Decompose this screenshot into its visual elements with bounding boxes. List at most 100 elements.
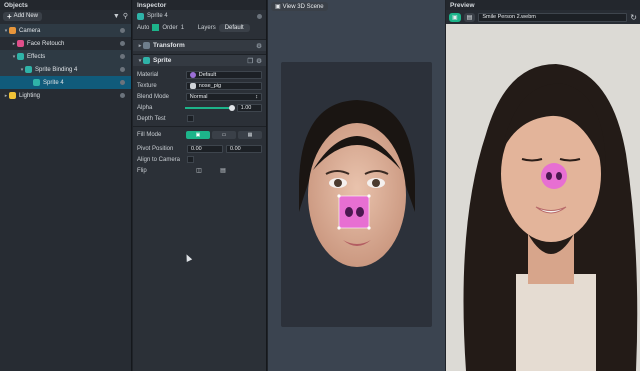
- flip-vertical-icon[interactable]: ▤: [211, 167, 235, 174]
- pivot-row: Pivot Position 0.00 0.00: [133, 143, 266, 154]
- cube-icon: ▣: [275, 4, 281, 10]
- objects-title: Objects: [0, 0, 131, 10]
- objects-panel: Objects + Add New ▼ ⚲ ▾ Camera ▸ Face Retou…: [0, 0, 132, 371]
- visibility-dot-icon[interactable]: [120, 54, 125, 59]
- tree-item[interactable]: ▾ Effects: [0, 50, 131, 63]
- camera-icon[interactable]: ▣: [449, 12, 461, 22]
- plus-icon: +: [7, 11, 12, 21]
- fill-row: Fill Mode ▣ ▭ ▦: [133, 129, 266, 140]
- depth-row: Depth Test: [133, 113, 266, 124]
- inspector-title: Inspector: [133, 0, 266, 10]
- add-new-label: Add New: [13, 13, 39, 19]
- flip-label: Flip: [137, 167, 147, 174]
- updown-icon: ↕: [255, 93, 258, 100]
- auto-label: Auto: [137, 24, 150, 31]
- align-checkbox[interactable]: [187, 156, 194, 163]
- sprite-section[interactable]: ▾ Sprite ❐ ⚙: [133, 54, 266, 66]
- visibility-dot-icon[interactable]: [120, 28, 125, 33]
- blend-label: Blend Mode: [137, 93, 170, 100]
- object-icon: [9, 27, 16, 34]
- search-icon[interactable]: ⚲: [123, 12, 128, 20]
- object-icon: [9, 92, 16, 99]
- refresh-icon[interactable]: ↻: [630, 13, 637, 22]
- view-3d-scene-label: View 3D Scene: [282, 3, 324, 10]
- divider: [133, 126, 266, 127]
- copy-icon[interactable]: ❐: [247, 57, 253, 65]
- texture-field[interactable]: nose_pig: [185, 81, 262, 90]
- gear-icon[interactable]: ⚙: [256, 42, 262, 50]
- transform-label: Transform: [153, 42, 185, 49]
- order-label: Order: [162, 24, 178, 31]
- object-icon: [25, 66, 32, 73]
- fill-fit-button[interactable]: ▭: [212, 130, 236, 139]
- view-3d-scene-button[interactable]: ▣ View 3D Scene: [271, 2, 328, 11]
- fill-fill-button[interactable]: ▦: [238, 130, 262, 139]
- layers-label: Layers: [197, 24, 216, 31]
- alpha-slider-handle[interactable]: [228, 104, 235, 111]
- object-name[interactable]: Sprite 4: [147, 13, 257, 19]
- tree-item-label: Face Retouch: [27, 40, 65, 47]
- visibility-dot-icon[interactable]: [120, 41, 125, 46]
- scene-face-image: [299, 100, 415, 267]
- pivot-y-field[interactable]: 0.00: [226, 144, 262, 153]
- tree-item[interactable]: ▸ Lighting: [0, 89, 131, 102]
- fill-stretch-button[interactable]: ▣: [186, 130, 210, 139]
- filter-icon[interactable]: ▼: [113, 13, 120, 20]
- add-new-button[interactable]: + Add New: [3, 11, 43, 21]
- sprite-component-icon: [143, 57, 150, 64]
- order-row: Auto Order 1 Layers Default: [133, 22, 266, 33]
- sprite-icon: [137, 12, 144, 20]
- flip-row: Flip ◫ ▤: [133, 165, 266, 176]
- texture-label: Texture: [137, 82, 157, 89]
- preview-video[interactable]: [446, 24, 640, 371]
- depth-label: Depth Test: [137, 115, 166, 122]
- scene-face-canvas[interactable]: [281, 62, 432, 327]
- preview-file-select[interactable]: Smile Person 2.webm: [478, 12, 628, 22]
- blend-value: Normal: [189, 93, 208, 100]
- material-row: Material Default: [133, 69, 266, 80]
- auto-checkbox[interactable]: [152, 24, 160, 31]
- tree-item-label: Lighting: [19, 92, 41, 99]
- material-field[interactable]: Default: [185, 70, 262, 79]
- align-row: Align to Camera: [133, 154, 266, 165]
- objects-toolbar: + Add New ▼ ⚲: [0, 10, 131, 22]
- tree-item[interactable]: Sprite 4: [0, 76, 131, 89]
- preview-pig-nose: [541, 163, 567, 189]
- align-label: Align to Camera: [137, 156, 181, 163]
- flip-horizontal-icon[interactable]: ◫: [187, 167, 211, 174]
- pivot-label: Pivot Position: [137, 145, 174, 152]
- preview-title: Preview: [446, 0, 640, 10]
- depth-checkbox[interactable]: [187, 115, 194, 122]
- alpha-label: Alpha: [137, 104, 153, 111]
- visibility-dot-icon[interactable]: [120, 80, 125, 85]
- image-icon: [189, 82, 196, 89]
- fill-label: Fill Mode: [137, 131, 162, 138]
- objects-tree: ▾ Camera ▸ Face Retouch ▾ Effects ▾ Sprite Bind…: [0, 24, 131, 102]
- order-value[interactable]: 1: [181, 25, 195, 31]
- object-icon: [33, 79, 40, 86]
- visibility-dot-icon[interactable]: [120, 93, 125, 98]
- layers-select[interactable]: Default: [218, 23, 250, 32]
- material-label: Material: [137, 71, 159, 78]
- tree-item[interactable]: ▾ Camera: [0, 24, 131, 37]
- transform-section[interactable]: ▸ Transform ⚙: [133, 39, 266, 51]
- visibility-toggle-icon[interactable]: [257, 13, 262, 19]
- pivot-x-field[interactable]: 0.00: [187, 144, 223, 153]
- gear-icon[interactable]: ⚙: [256, 57, 262, 65]
- tree-item[interactable]: ▸ Face Retouch: [0, 37, 131, 50]
- blend-row: Blend Mode Normal ↕: [133, 91, 266, 102]
- blend-select[interactable]: Normal ↕: [185, 92, 262, 101]
- transform-icon: [143, 42, 150, 49]
- alpha-slider[interactable]: [185, 104, 235, 111]
- alpha-value[interactable]: 1.00: [236, 103, 262, 112]
- preview-toolbar: ▣ ▤ Smile Person 2.webm ↻: [446, 10, 640, 24]
- tree-item-label: Sprite 4: [43, 79, 64, 86]
- material-value: Default: [198, 71, 217, 78]
- tree-item-label: Sprite Binding 4: [35, 66, 78, 73]
- pig-nose-sprite[interactable]: [339, 196, 369, 228]
- tree-item[interactable]: ▾ Sprite Binding 4: [0, 63, 131, 76]
- visibility-dot-icon[interactable]: [120, 67, 125, 72]
- picture-icon[interactable]: ▤: [463, 12, 476, 22]
- preview-person-image: [446, 24, 640, 371]
- object-icon: [17, 53, 24, 60]
